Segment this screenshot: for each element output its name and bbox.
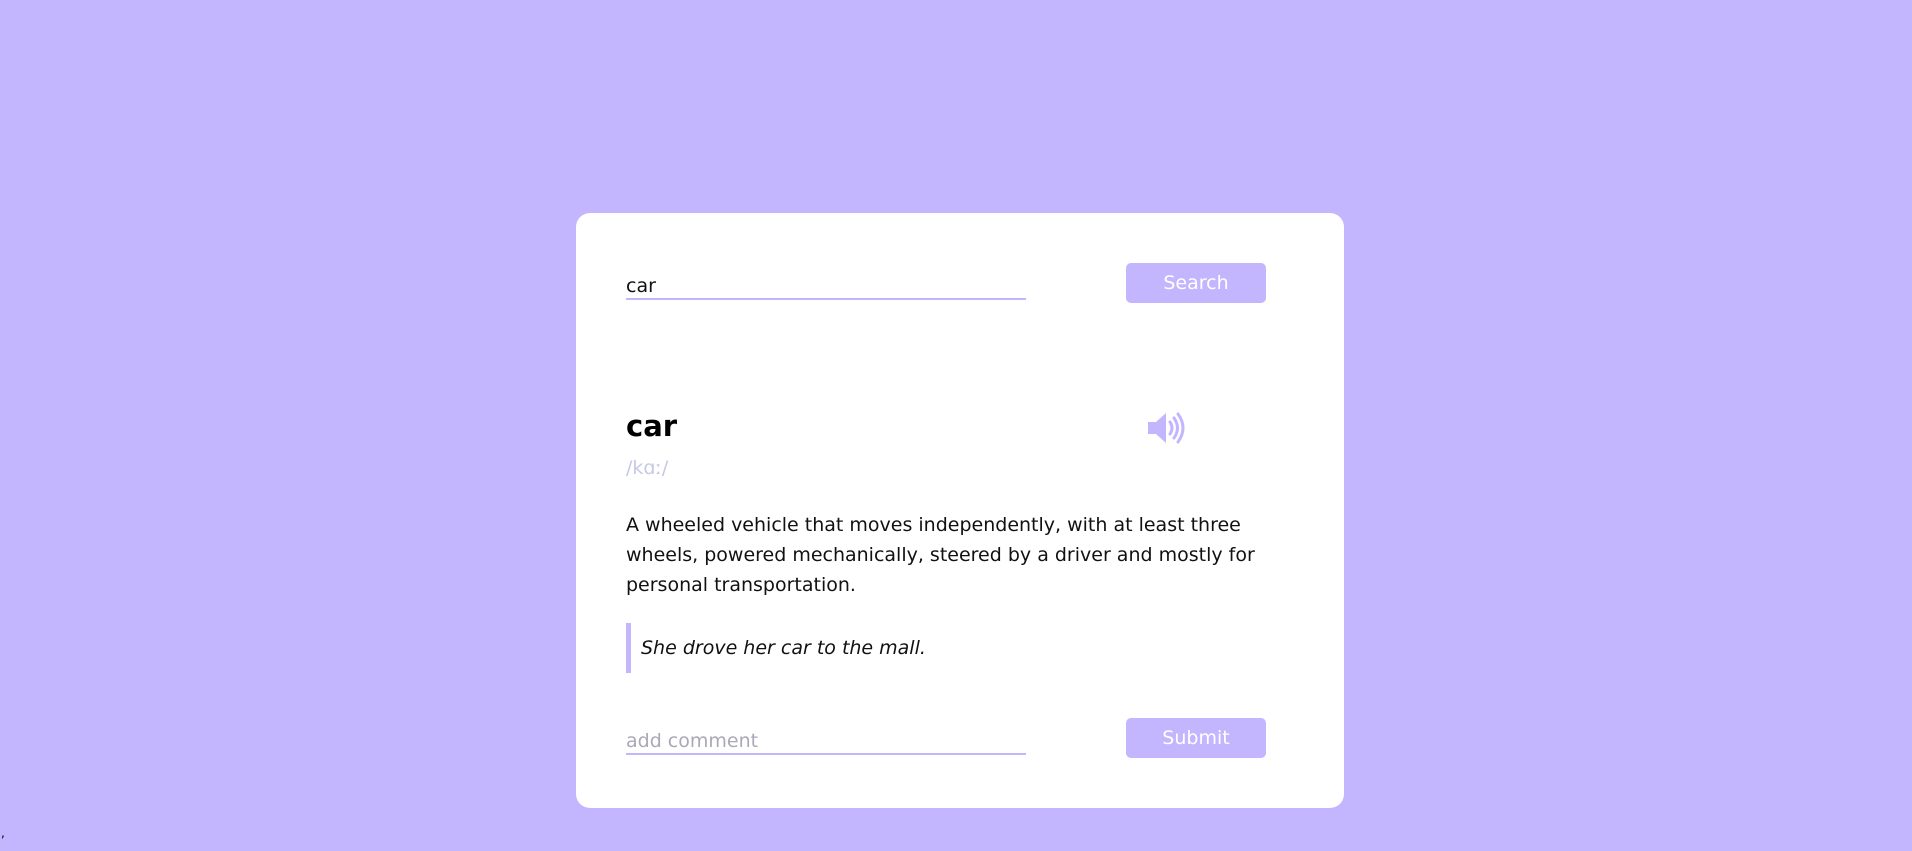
submit-button[interactable]: Submit <box>1126 718 1266 758</box>
speaker-icon[interactable] <box>1146 409 1190 447</box>
search-button[interactable]: Search <box>1126 263 1266 303</box>
dictionary-card: Search car /kɑː/ A wheeled vehicle that … <box>576 213 1344 808</box>
phonetic-text: /kɑː/ <box>626 457 669 479</box>
word-header: car <box>626 409 1216 449</box>
comment-input[interactable] <box>626 718 1026 755</box>
example-quote: She drove her car to the mall. <box>626 623 1266 673</box>
search-input[interactable] <box>626 263 1026 300</box>
example-text: She drove her car to the mall. <box>641 637 926 659</box>
definition-text: A wheeled vehicle that moves independent… <box>626 514 1255 596</box>
search-row: Search <box>626 263 1266 313</box>
word-title: car <box>626 409 678 443</box>
stray-mark: , <box>1 826 5 840</box>
